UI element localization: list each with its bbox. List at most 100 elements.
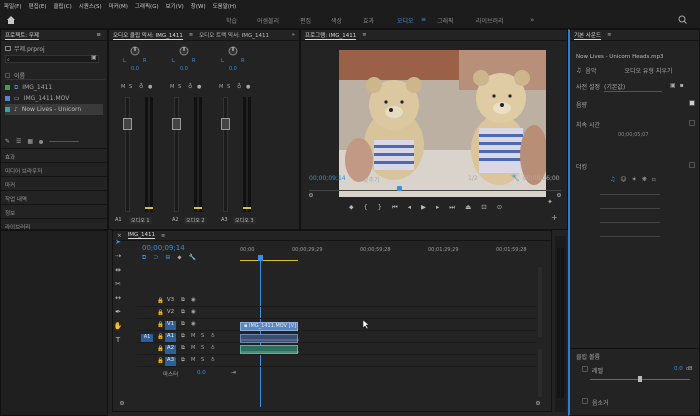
dialogue-target-icon[interactable]: ☺ (620, 176, 626, 183)
fader-track[interactable] (223, 97, 228, 212)
pan-value[interactable]: 0.0 (180, 66, 188, 72)
record-icon[interactable]: ● (246, 84, 250, 90)
save-preset-icon[interactable]: ▣ (670, 82, 676, 92)
workspace-audio[interactable]: 오디오 (397, 16, 414, 25)
fader-handle[interactable] (123, 118, 132, 130)
panel-menu-icon[interactable]: ≡ (96, 32, 101, 38)
select-all-checkbox[interactable] (5, 72, 10, 78)
fader-track[interactable] (174, 97, 179, 212)
scroll-handle-right[interactable] (536, 401, 540, 405)
fader-track[interactable] (125, 97, 130, 212)
menu-help[interactable]: 도움말(H) (213, 2, 237, 10)
workspace-menu-icon[interactable]: ≡ (421, 16, 426, 23)
mute-button[interactable]: M (170, 84, 174, 90)
project-item[interactable]: ⧉ IMG_1411 (5, 82, 103, 93)
mute-checkbox[interactable] (582, 398, 588, 404)
delete-preset-icon[interactable]: ▪ (680, 82, 684, 92)
eye-icon[interactable]: ◉ (191, 321, 196, 327)
mute-track-button[interactable]: M (191, 345, 195, 351)
workspace-effects[interactable]: 효과 (363, 16, 374, 25)
icon-view-icon[interactable]: ▦ (27, 138, 33, 145)
workspace-libraries[interactable]: 라이브러리 (476, 16, 504, 25)
record-icon[interactable]: ● (197, 84, 201, 90)
go-to-next-icon[interactable]: ⇥ (231, 369, 236, 376)
ripple-edit-tool-icon[interactable]: ⇹ (115, 266, 121, 274)
ducking-slider-4[interactable] (600, 236, 660, 237)
info-tab[interactable]: 정보 (1, 204, 107, 218)
record-icon[interactable]: ● (148, 84, 152, 90)
audio-track-mixer-tab[interactable]: 오디오 트랙 믹서: IMG_1411 (199, 31, 269, 39)
solo-button[interactable]: S (227, 84, 230, 90)
solo-track-button[interactable]: S (201, 345, 204, 351)
level-checkbox[interactable] (582, 366, 588, 372)
project-item-selected[interactable]: ♪ Now Lives - Unicorn H (5, 104, 103, 115)
step-forward-icon[interactable]: ▸ (436, 203, 439, 212)
project-search-input[interactable]: ⌕ (5, 55, 99, 63)
fit-dropdown[interactable]: 맞추기 (363, 175, 380, 184)
pan-value[interactable]: 0.0 (229, 66, 237, 72)
project-column-header[interactable]: 이름 (5, 71, 105, 80)
more-panels-icon[interactable]: » (292, 32, 295, 38)
history-tab[interactable]: 작업 내역 (1, 190, 107, 204)
workspace-color[interactable]: 색상 (331, 16, 342, 25)
duration-checkbox[interactable] (689, 120, 695, 126)
slip-tool-icon[interactable]: ↔ (115, 294, 121, 302)
markers-tab[interactable]: 마커 (1, 176, 107, 190)
source-patch-a1[interactable]: A1 (141, 334, 153, 342)
linked-selection-icon[interactable]: ⊞ (165, 254, 170, 262)
project-item[interactable]: ▭ IMG_1411.MOV (5, 93, 103, 104)
program-playhead[interactable] (397, 186, 402, 191)
clear-type-button[interactable]: 오디오 유형 지우기 (624, 66, 672, 75)
lift-icon[interactable]: ⏏ (465, 203, 471, 212)
audio-clip-a1[interactable] (240, 334, 299, 343)
pan-knob-icon[interactable] (228, 46, 238, 56)
preset-dropdown[interactable]: (기본값) (604, 82, 662, 92)
add-marker-icon[interactable]: ⬥ (177, 254, 181, 262)
master-volume-value[interactable]: 0.0 (197, 370, 206, 376)
menu-clip[interactable]: 클립(C) (53, 2, 71, 10)
zoom-slider[interactable] (49, 141, 80, 142)
program-zoom-bar[interactable] (309, 193, 561, 197)
menu-graphics[interactable]: 그래픽(G) (135, 2, 159, 10)
sync-lock-icon[interactable]: ⧉ (181, 309, 185, 316)
list-view-icon[interactable]: ☰ (16, 138, 21, 145)
play-icon[interactable]: ▶ (421, 203, 426, 212)
resolution-dropdown[interactable]: 1/2 (468, 175, 478, 182)
work-area-bar[interactable] (240, 260, 298, 261)
mark-in-icon[interactable]: { (364, 203, 368, 212)
lock-icon[interactable]: 🔒 (157, 322, 164, 328)
sync-lock-icon[interactable]: ⧉ (181, 321, 185, 328)
fader-handle[interactable] (172, 118, 181, 130)
add-marker-icon[interactable]: ⬥ (349, 203, 354, 212)
home-icon[interactable] (6, 15, 16, 25)
mark-out-icon[interactable]: } (378, 203, 382, 212)
sequence-tab[interactable]: IMG_1411 (127, 232, 155, 239)
loudness-checkbox[interactable] (689, 100, 695, 106)
track-target[interactable]: V2 (165, 309, 176, 318)
snap-icon[interactable]: ⊃ (153, 254, 158, 262)
timeline-timecode[interactable]: 00;00;09;14 (142, 244, 185, 252)
media-browser-tab[interactable]: 미디어 브라우저 (1, 162, 107, 176)
audio-clip-mixer-tab[interactable]: 오디오 클립 믹서: IMG_1411 (113, 31, 183, 40)
go-to-in-icon[interactable]: ⏮ (392, 203, 398, 212)
video-clip[interactable]: ▪ IMG_1411.MOV [V] (240, 322, 298, 331)
selection-tool-icon[interactable]: ➤ (115, 238, 121, 246)
go-to-out-icon[interactable]: ⏭ (449, 203, 455, 212)
essential-sound-tab[interactable]: 기본 사운드 (574, 31, 602, 40)
pan-value[interactable]: 0.0 (131, 66, 139, 72)
nest-icon[interactable]: ⧉ (142, 254, 146, 262)
sync-lock-icon[interactable]: ⧉ (181, 345, 185, 352)
more-workspaces-icon[interactable]: » (530, 16, 534, 24)
settings-icon[interactable]: ✦ (547, 198, 553, 206)
lock-icon[interactable]: 🔒 (157, 334, 164, 340)
menu-view[interactable]: 보기(V) (166, 2, 184, 10)
ambience-target-icon[interactable]: ❋ (642, 176, 647, 183)
menu-file[interactable]: 파일(F) (4, 2, 22, 10)
voiceover-icon[interactable]: ♁ (211, 333, 215, 339)
mute-button[interactable]: M (219, 84, 223, 90)
track-select-tool-icon[interactable]: ⇢ (115, 252, 121, 260)
pencil-icon[interactable]: ✎ (5, 138, 10, 145)
razor-tool-icon[interactable]: ✂ (115, 280, 121, 288)
lock-icon[interactable]: 🔒 (157, 358, 164, 364)
mic-icon[interactable]: ♁ (188, 83, 192, 90)
